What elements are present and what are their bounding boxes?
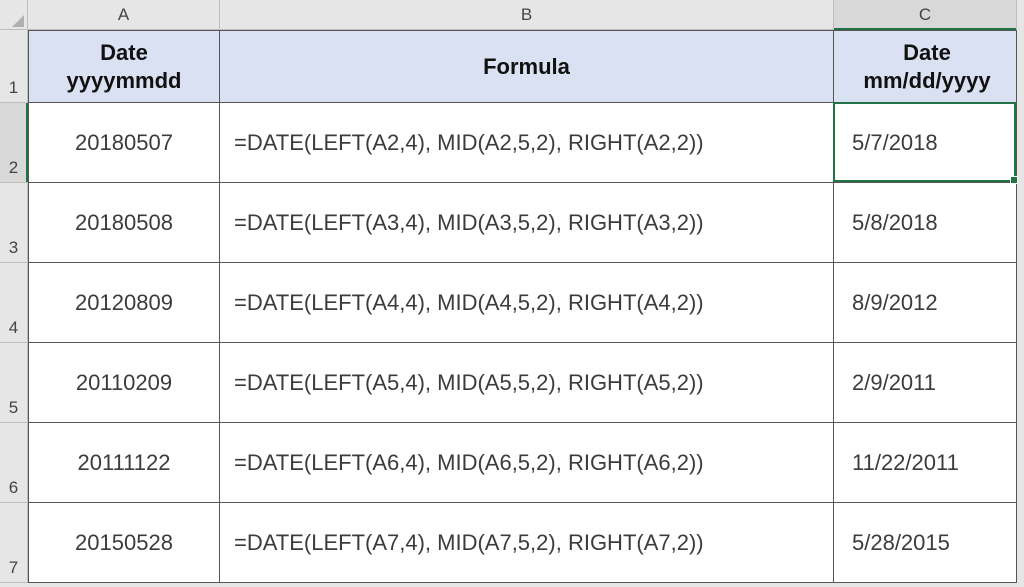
cell-value: =DATE(LEFT(A2,4), MID(A2,5,2), RIGHT(A2,…: [234, 130, 704, 156]
cell-value: 5/28/2015: [852, 530, 950, 556]
table-row: 20180508 =DATE(LEFT(A3,4), MID(A3,5,2), …: [28, 183, 1017, 263]
cell-B5[interactable]: =DATE(LEFT(A5,4), MID(A5,5,2), RIGHT(A5,…: [220, 343, 834, 423]
cell-A5[interactable]: 20110209: [28, 343, 220, 423]
cell-value: 5/7/2018: [852, 130, 938, 156]
cell-value: 11/22/2011: [852, 450, 959, 476]
column-header-C[interactable]: C: [834, 0, 1017, 30]
cell-value: 2/9/2011: [852, 370, 936, 396]
row-headers: 1 2 3 4 5 6 7: [0, 30, 28, 583]
row-header-5[interactable]: 5: [0, 343, 28, 423]
grid: Date yyyymmdd Formula Date mm/dd/yyyy 20…: [28, 30, 1017, 583]
cell-A4[interactable]: 20120809: [28, 263, 220, 343]
cell-A7[interactable]: 20150528: [28, 503, 220, 583]
cell-value: =DATE(LEFT(A6,4), MID(A6,5,2), RIGHT(A6,…: [234, 450, 704, 476]
table-row: 20111122 =DATE(LEFT(A6,4), MID(A6,5,2), …: [28, 423, 1017, 503]
cell-value: =DATE(LEFT(A5,4), MID(A5,5,2), RIGHT(A5,…: [234, 370, 704, 396]
row-header-2[interactable]: 2: [0, 103, 28, 183]
spreadsheet: A B C 1 2 3 4 5 6 7 Date yyyymmdd Formul…: [0, 0, 1024, 587]
row-header-3[interactable]: 3: [0, 183, 28, 263]
cell-B2[interactable]: =DATE(LEFT(A2,4), MID(A2,5,2), RIGHT(A2,…: [220, 103, 834, 183]
cell-value: 5/8/2018: [852, 210, 938, 236]
table-row: 20120809 =DATE(LEFT(A4,4), MID(A4,5,2), …: [28, 263, 1017, 343]
cell-value: 20111122: [78, 450, 171, 476]
select-all-corner[interactable]: [0, 0, 28, 30]
cell-C3[interactable]: 5/8/2018: [834, 183, 1017, 263]
cell-B7[interactable]: =DATE(LEFT(A7,4), MID(A7,5,2), RIGHT(A7,…: [220, 503, 834, 583]
row-header-1[interactable]: 1: [0, 30, 28, 103]
cell-C7[interactable]: 5/28/2015: [834, 503, 1017, 583]
cell-value: =DATE(LEFT(A3,4), MID(A3,5,2), RIGHT(A3,…: [234, 210, 704, 236]
table-row: 20150528 =DATE(LEFT(A7,4), MID(A7,5,2), …: [28, 503, 1017, 583]
cell-B3[interactable]: =DATE(LEFT(A3,4), MID(A3,5,2), RIGHT(A3,…: [220, 183, 834, 263]
cell-C6[interactable]: 11/22/2011: [834, 423, 1017, 503]
cell-A2[interactable]: 20180507: [28, 103, 220, 183]
cell-C1[interactable]: Date mm/dd/yyyy: [834, 30, 1017, 103]
cell-B6[interactable]: =DATE(LEFT(A6,4), MID(A6,5,2), RIGHT(A6,…: [220, 423, 834, 503]
cell-A6[interactable]: 20111122: [28, 423, 220, 503]
table-row: 20180507 =DATE(LEFT(A2,4), MID(A2,5,2), …: [28, 103, 1017, 183]
cell-value: 20120809: [75, 290, 173, 316]
cell-value: =DATE(LEFT(A7,4), MID(A7,5,2), RIGHT(A7,…: [234, 530, 704, 556]
header-A: Date yyyymmdd: [67, 39, 182, 94]
header-row: Date yyyymmdd Formula Date mm/dd/yyyy: [28, 30, 1017, 103]
cell-B4[interactable]: =DATE(LEFT(A4,4), MID(A4,5,2), RIGHT(A4,…: [220, 263, 834, 343]
header-B: Formula: [483, 53, 570, 81]
cell-C4[interactable]: 8/9/2012: [834, 263, 1017, 343]
cell-value: 20110209: [76, 370, 172, 396]
row-header-7[interactable]: 7: [0, 503, 28, 583]
column-header-A[interactable]: A: [28, 0, 220, 30]
cell-C2[interactable]: 5/7/2018: [834, 103, 1017, 183]
cell-value: 20180507: [75, 130, 173, 156]
table-row: 20110209 =DATE(LEFT(A5,4), MID(A5,5,2), …: [28, 343, 1017, 423]
header-C: Date mm/dd/yyyy: [863, 39, 990, 94]
cell-value: 20150528: [75, 530, 173, 556]
cell-A3[interactable]: 20180508: [28, 183, 220, 263]
cell-value: =DATE(LEFT(A4,4), MID(A4,5,2), RIGHT(A4,…: [234, 290, 704, 316]
cell-C5[interactable]: 2/9/2011: [834, 343, 1017, 423]
column-headers: A B C: [28, 0, 1017, 30]
row-header-4[interactable]: 4: [0, 263, 28, 343]
row-header-6[interactable]: 6: [0, 423, 28, 503]
column-header-B[interactable]: B: [220, 0, 834, 30]
cell-value: 20180508: [75, 210, 173, 236]
cell-B1[interactable]: Formula: [220, 30, 834, 103]
cell-value: 8/9/2012: [852, 290, 938, 316]
cell-A1[interactable]: Date yyyymmdd: [28, 30, 220, 103]
